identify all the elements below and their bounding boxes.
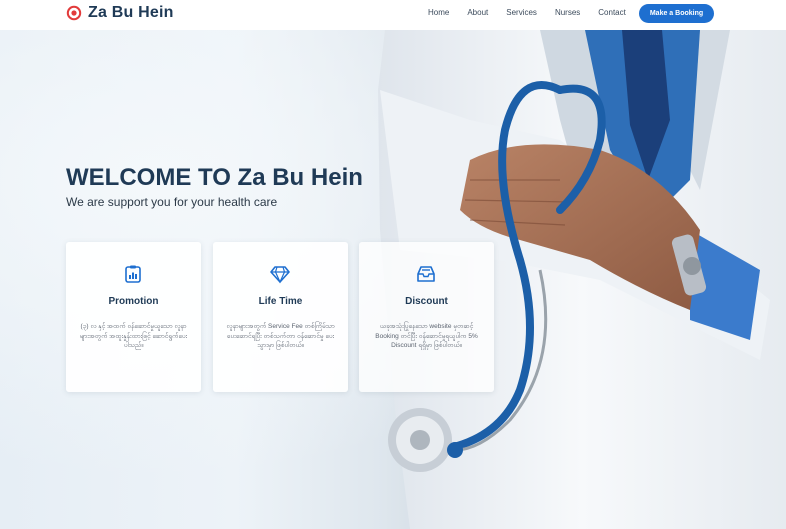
card-description: လူနာများအတွက် Service Fee တစ်ကြိမ်သာပေးဆ… xyxy=(226,323,335,349)
hero-subtitle: We are support you for your health care xyxy=(66,195,278,209)
nav-services[interactable]: Services xyxy=(506,8,537,17)
hero-title: WELCOME TO Za Bu Hein xyxy=(66,164,363,191)
site-header: Za Bu Hein Home About Services Nurses Co… xyxy=(0,0,786,30)
logo[interactable]: Za Bu Hein xyxy=(66,4,174,22)
make-booking-button[interactable]: Make a Booking xyxy=(639,4,714,23)
hero-section: WELCOME TO Za Bu Hein We are support you… xyxy=(0,30,786,529)
brand-logo-icon xyxy=(66,5,82,21)
nav-about[interactable]: About xyxy=(467,8,488,17)
promotion-card[interactable]: Promotion (၃) လ နှင့် အထက် ဝန်ဆောင်မှုယူ… xyxy=(66,242,201,392)
inbox-tray-icon xyxy=(417,266,435,282)
card-description: (၃) လ နှင့် အထက် ဝန်ဆောင်မှုယူသော လူနာမျ… xyxy=(79,323,188,349)
card-title: Discount xyxy=(405,296,448,307)
clipboard-chart-icon xyxy=(125,265,141,283)
discount-card[interactable]: Discount ယခုအသုံးပြုနေသော website မှတဆင့… xyxy=(359,242,494,392)
card-title: Life Time xyxy=(258,296,303,307)
diamond-icon xyxy=(270,266,290,284)
nav-home[interactable]: Home xyxy=(428,8,449,17)
brand-name: Za Bu Hein xyxy=(88,4,174,21)
card-description: ယခုအသုံးပြုနေသော website မှတဆင့် Booking… xyxy=(375,323,478,349)
main-nav: Home About Services Nurses Contact xyxy=(428,8,644,17)
nav-contact[interactable]: Contact xyxy=(598,8,626,17)
nav-nurses[interactable]: Nurses xyxy=(555,8,580,17)
card-title: Promotion xyxy=(108,296,159,307)
lifetime-card[interactable]: Life Time လူနာများအတွက် Service Fee တစ်က… xyxy=(213,242,348,392)
